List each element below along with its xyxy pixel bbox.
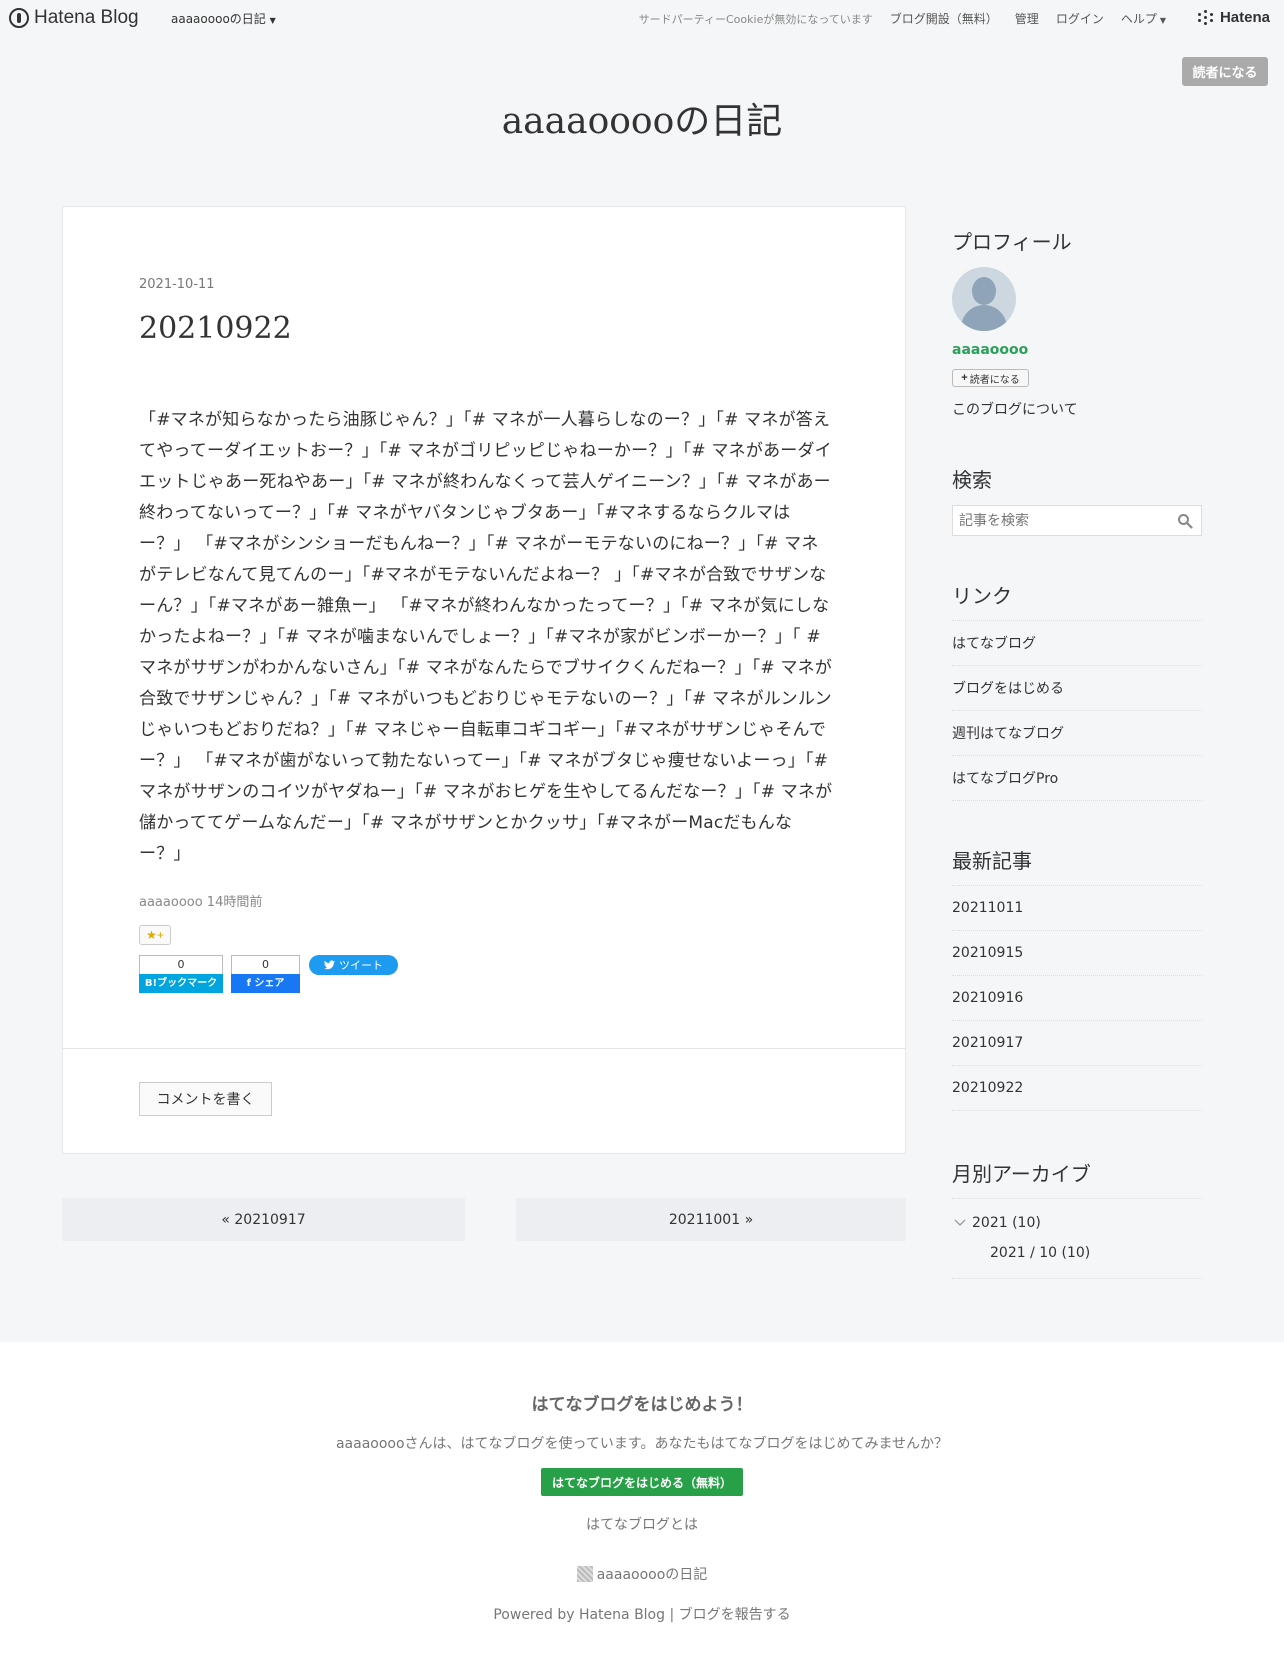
- hatena-blog-logo[interactable]: Hatena Blog: [9, 7, 139, 29]
- archive-month[interactable]: 2021 / 10 (10): [990, 1245, 1090, 1261]
- blog-favicon-icon: [576, 1566, 593, 1582]
- recent-entry[interactable]: 20210916: [952, 976, 1202, 1021]
- profile-subscribe-button[interactable]: + 読者になる: [952, 369, 1029, 387]
- logo-text: Hatena Blog: [34, 7, 139, 28]
- header-link-admin[interactable]: 管理: [998, 10, 1039, 27]
- recent-entry[interactable]: 20210915: [952, 931, 1202, 976]
- footer-powered: Powered by Hatena Blog | ブログを報告する: [0, 1604, 1284, 1624]
- pager-next[interactable]: 20211001 »: [516, 1198, 906, 1241]
- entry-article: 2021-10-11 20210922 「#マネが知らなかったら油豚じゃん？」「…: [62, 206, 906, 1154]
- entry-title[interactable]: 20210922: [139, 311, 292, 346]
- recent-entry[interactable]: 20210917: [952, 1021, 1202, 1066]
- hatena-brand-text: Hatena: [1219, 9, 1270, 26]
- facebook-count: 0: [231, 955, 300, 974]
- hatena-bookmark-button[interactable]: 0 B!ブックマーク: [139, 955, 223, 995]
- link-item-hatena-blog[interactable]: はてなブログ: [952, 621, 1202, 666]
- recent-heading: 最新記事: [952, 849, 1032, 873]
- link-item-weekly[interactable]: 週刊はてなブログ: [952, 711, 1202, 756]
- start-blog-button[interactable]: はてなブログをはじめる（無料）: [541, 1468, 743, 1496]
- archive-year-label: 2021 (10): [972, 1215, 1041, 1231]
- recent-entry[interactable]: 20210922: [952, 1066, 1202, 1111]
- footer-blog-link[interactable]: aaaaooooの日記: [597, 1564, 708, 1584]
- subscribe-button-top[interactable]: 読者になる: [1182, 57, 1268, 86]
- what-is-hatena-link[interactable]: はてなブログとは: [0, 1514, 1284, 1534]
- entry-footer[interactable]: aaaaoooo 14時間前: [139, 891, 262, 910]
- link-item-start-blog[interactable]: ブログをはじめる: [952, 666, 1202, 711]
- powered-by-link[interactable]: Powered by Hatena Blog: [493, 1607, 665, 1623]
- caret-down-icon: ▼: [269, 16, 276, 25]
- plus-icon: +: [961, 372, 968, 384]
- recent-entry[interactable]: 20211011: [952, 886, 1202, 931]
- archive-year[interactable]: 2021 (10): [954, 1215, 1041, 1231]
- entry-body: 「#マネが知らなかったら油豚じゃん？」「# マネが一人暮らしなのー？」「# マネ…: [139, 410, 833, 864]
- links-list: はてなブログ ブログをはじめる 週刊はてなブログ はてなブログPro: [952, 620, 1202, 801]
- blog-title[interactable]: aaaaooooの日記: [0, 92, 1284, 144]
- pager-prev[interactable]: « 20210917: [62, 1198, 465, 1241]
- search-input[interactable]: [953, 506, 1163, 535]
- cookie-notice: サードパーティーCookieが無効になっています: [638, 12, 873, 26]
- header-link-open-blog[interactable]: ブログ開設（無料）: [873, 10, 998, 27]
- link-item-pro[interactable]: はてなブログPro: [952, 756, 1202, 801]
- blog-menu[interactable]: aaaaooooの日記 ▼: [171, 10, 276, 27]
- hatena-brand[interactable]: Hatena: [1197, 9, 1270, 26]
- archive-list: 2021 (10) 2021 / 10 (10): [952, 1198, 1202, 1279]
- hatena-dots-icon: [1197, 9, 1214, 26]
- header-right: サードパーティーCookieが無効になっています ブログ開設（無料） 管理 ログ…: [639, 10, 1166, 27]
- footer-separator: |: [669, 1607, 675, 1623]
- chevron-down-icon: [954, 1219, 966, 1226]
- search-heading: 検索: [952, 468, 992, 492]
- profile-heading: プロフィール: [952, 230, 1072, 254]
- profile-subscribe-label: 読者になる: [969, 374, 1020, 386]
- tweet-label: ツイート: [339, 959, 383, 972]
- header-link-help[interactable]: ヘルプ ▼: [1104, 10, 1166, 27]
- archive-heading: 月別アーカイブ: [952, 1162, 1091, 1186]
- search-form: [952, 505, 1202, 536]
- footer: はてなブログをはじめよう！ aaaaooooさんは、はてなブログを使っています。…: [0, 1342, 1284, 1664]
- footer-blog: aaaaooooの日記: [0, 1564, 1284, 1584]
- blog-menu-label: aaaaooooの日記: [171, 12, 266, 26]
- hatena-blog-icon: [9, 8, 29, 28]
- tweet-button[interactable]: ツイート: [309, 955, 398, 975]
- entry-date[interactable]: 2021-10-11: [139, 277, 215, 292]
- footer-description: aaaaooooさんは、はてなブログを使っています。あなたもはてなブログをはじめ…: [335, 1436, 949, 1452]
- facebook-label: f シェア: [231, 974, 300, 993]
- global-header: Hatena Blog aaaaooooの日記 ▼ サードパーティーCookie…: [0, 0, 1284, 36]
- add-star-button[interactable]: ★+: [139, 925, 171, 945]
- search-icon[interactable]: [1177, 513, 1193, 529]
- avatar[interactable]: [952, 267, 1016, 331]
- profile-name[interactable]: aaaaoooo: [952, 342, 1028, 358]
- caret-down-icon: ▼: [1159, 16, 1166, 25]
- footer-title: はてなブログをはじめよう！: [531, 1395, 753, 1415]
- comment-divider: [63, 1048, 905, 1049]
- facebook-share-button[interactable]: 0 f シェア: [231, 955, 300, 995]
- recent-list: 20211011 20210915 20210916 20210917 2021…: [952, 885, 1202, 1111]
- report-blog-link[interactable]: ブログを報告する: [679, 1607, 791, 1623]
- twitter-bird-icon: [324, 960, 335, 970]
- bookmark-count: 0: [139, 955, 223, 974]
- write-comment-button[interactable]: コメントを書く: [139, 1082, 272, 1116]
- bookmark-label: B!ブックマーク: [139, 974, 223, 993]
- links-heading: リンク: [952, 584, 1012, 608]
- header-link-login[interactable]: ログイン: [1039, 10, 1104, 27]
- about-blog-link[interactable]: このブログについて: [952, 399, 1078, 419]
